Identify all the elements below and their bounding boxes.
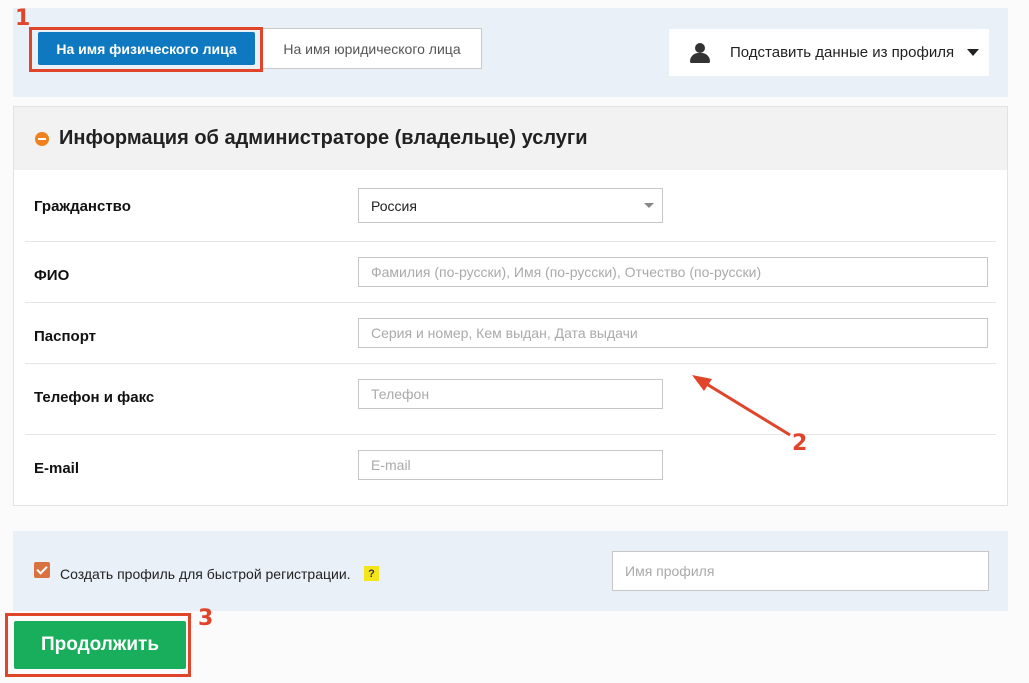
annotation-highlight-1 [29, 27, 263, 72]
passport-label: Паспорт [34, 328, 96, 345]
annotation-number-1: 1 [15, 6, 31, 31]
phone-input[interactable]: Телефон [358, 379, 663, 409]
profile-dropdown-label: Подставить данные из профиля [730, 44, 955, 61]
phone-label: Телефон и факс [34, 389, 155, 406]
section-header[interactable]: Информация об администраторе (владельце)… [14, 107, 1007, 170]
annotation-number-2: 2 [792, 431, 808, 456]
section-title: Информация об администраторе (владельце)… [59, 127, 588, 149]
user-icon [689, 42, 711, 64]
citizenship-value: Россия [371, 197, 417, 214]
create-profile-label[interactable]: Создать профиль для быстрой регистрации. [60, 566, 351, 582]
row-divider [25, 241, 996, 242]
citizenship-label: Гражданство [34, 198, 131, 215]
email-label: E-mail [34, 460, 80, 477]
chevron-down-icon [967, 49, 980, 56]
create-profile-checkbox[interactable] [34, 562, 50, 578]
row-divider [25, 363, 996, 364]
passport-input[interactable]: Серия и номер, Кем выдан, Дата выдачи [358, 318, 988, 348]
chevron-down-icon [644, 203, 654, 208]
email-input[interactable]: E-mail [358, 450, 663, 480]
help-icon[interactable]: ? [364, 566, 379, 581]
annotation-highlight-3 [5, 613, 191, 677]
profile-name-input[interactable]: Имя профиля [612, 551, 989, 591]
minus-circle-icon[interactable] [35, 131, 49, 146]
citizenship-select[interactable]: Россия [358, 188, 663, 223]
full-name-input[interactable]: Фамилия (по-русски), Имя (по-русски), От… [358, 257, 988, 287]
row-divider [25, 434, 996, 435]
annotation-number-3: 3 [198, 606, 214, 631]
profile-data-dropdown[interactable]: Подставить данные из профиля [669, 29, 989, 76]
row-divider [25, 302, 996, 303]
legal-entity-tab-button[interactable]: На имя юридического лица [262, 28, 482, 69]
full-name-label: ФИО [34, 267, 70, 284]
